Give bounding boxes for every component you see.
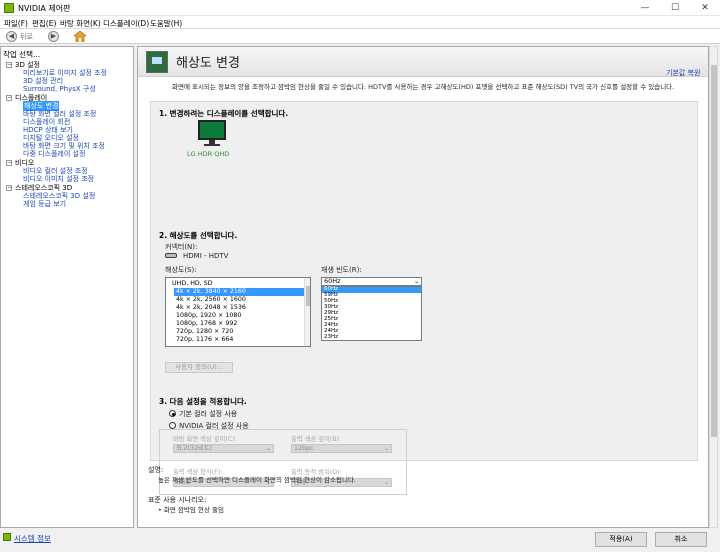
- chevron-down-icon: ⌄: [265, 445, 271, 452]
- section-apply-settings: 3. 다음 설정을 적용합니다.: [159, 397, 247, 406]
- hdmi-connector-icon: [165, 253, 177, 258]
- close-button[interactable]: ✕: [690, 0, 720, 16]
- content-pane: 해상도 변경 기본값 복원 화면에 표시되는 정보의 양을 조정하고 깜박임 현…: [137, 46, 709, 528]
- menu-display[interactable]: 디스플레이(D): [103, 18, 149, 29]
- chevron-down-icon: ⌄: [383, 445, 389, 452]
- monitor-icon[interactable]: [198, 120, 226, 146]
- collapse-icon[interactable]: −: [6, 160, 12, 166]
- refresh-rate-value: 60Hz: [324, 277, 341, 285]
- menu-help[interactable]: 도움말(H): [150, 18, 182, 29]
- restore-defaults-link[interactable]: 기본값 복원: [666, 68, 700, 78]
- page-description: 화면에 표시되는 정보의 양을 조정하고 깜박임 현상을 줄일 수 있습니다. …: [172, 83, 675, 91]
- radio-nvidia-color[interactable]: [169, 422, 176, 429]
- resolution-scrollbar[interactable]: [304, 278, 310, 346]
- back-arrow-icon[interactable]: ◀: [6, 31, 17, 42]
- window-title: NVIDIA 제어판: [18, 4, 71, 13]
- menu-edit[interactable]: 편집(E): [32, 18, 56, 29]
- customize-button[interactable]: 사용자 정의(U)...: [165, 362, 233, 373]
- refresh-rate-dropdown-list[interactable]: 60Hz 59Hz 50Hz 30Hz 29Hz 25Hz 24Hz 24Hz …: [321, 286, 422, 341]
- desktop-color-depth-label: 바탕 화면 색상 깊이(C):: [173, 436, 237, 443]
- resolution-label: 해상도(S):: [165, 266, 197, 274]
- resolution-category: UHD, HD, SD: [172, 280, 213, 287]
- forward-arrow-icon[interactable]: ▶: [48, 31, 59, 42]
- connector-label: 커넥터(N):: [165, 243, 198, 251]
- collapse-icon[interactable]: −: [6, 95, 12, 101]
- title-bar: NVIDIA 제어판 — ☐ ✕: [0, 0, 720, 16]
- nvidia-app-icon: [4, 3, 14, 13]
- typical-usage-text: • 화면 깜박임 현상 줄임: [158, 506, 224, 514]
- desktop-color-depth-value: 최고(32비트): [176, 445, 213, 452]
- page-title: 해상도 변경: [176, 56, 240, 71]
- section-select-display: 1. 변경하려는 디스플레이를 선택합니다.: [159, 109, 289, 118]
- minimize-button[interactable]: —: [630, 0, 660, 16]
- resolution-option[interactable]: 720p, 1280 × 720: [174, 328, 308, 336]
- content-scrollbar[interactable]: [709, 46, 718, 528]
- chevron-down-icon: ⌄: [383, 479, 389, 486]
- cancel-button[interactable]: 취소: [655, 532, 707, 547]
- desktop-color-depth-select[interactable]: 최고(32비트) ⌄: [173, 444, 274, 453]
- chevron-down-icon: ⌄: [413, 278, 419, 285]
- output-color-depth-label: 출력 색상 깊이(B):: [291, 436, 342, 443]
- radio-default-color[interactable]: [169, 410, 176, 417]
- bottom-bar: 적용(A) 취소: [137, 528, 720, 552]
- tree-item-game-ratings[interactable]: 게임 등급 보기: [23, 199, 66, 209]
- system-info-link[interactable]: 시스템 정보: [14, 533, 51, 544]
- menu-file[interactable]: 파일(F): [4, 18, 28, 29]
- home-icon[interactable]: [74, 31, 86, 42]
- task-tree-pane: 작업 선택... − 3D 설정 미리보기로 이미지 설정 조정 3D 설정 관…: [0, 46, 134, 528]
- apply-button[interactable]: 적용(A): [595, 532, 647, 547]
- collapse-icon[interactable]: −: [6, 185, 12, 191]
- collapse-icon[interactable]: −: [6, 62, 12, 68]
- resolution-option[interactable]: 4k × 2k, 2560 × 1600: [174, 296, 308, 304]
- page-header: 해상도 변경 기본값 복원: [138, 47, 708, 78]
- resolution-option[interactable]: 1080p, 1768 × 992: [174, 320, 308, 328]
- display-name-label[interactable]: LG HDR QHD: [187, 150, 229, 158]
- system-info-icon[interactable]: [3, 533, 11, 541]
- radio-default-color-label[interactable]: 기본 컬러 설정 사용: [179, 409, 237, 419]
- resolution-listbox[interactable]: UHD, HD, SD 4k × 2k, 3840 × 2160 4k × 2k…: [165, 277, 311, 347]
- display-resolution-icon: [146, 51, 168, 73]
- refresh-rate-select[interactable]: 60Hz ⌄: [321, 277, 422, 286]
- refresh-rate-label: 재생 빈도(R):: [321, 266, 362, 274]
- menu-desktop[interactable]: 바탕 화면(K): [60, 18, 101, 29]
- explanation-text: 높은 재생 빈도를 선택하면 디스플레이 화면의 깜박임 현상이 감소됩니다.: [158, 476, 356, 484]
- maximize-button[interactable]: ☐: [660, 0, 690, 16]
- resolution-option[interactable]: 4k × 2k, 2048 × 1536: [174, 304, 308, 312]
- resolution-option[interactable]: 1080p, 1920 × 1080: [174, 312, 308, 320]
- menu-bar: 파일(F) 편집(E) 바탕 화면(K) 디스플레이(D) 도움말(H): [0, 16, 720, 29]
- back-label[interactable]: 뒤로: [20, 32, 33, 42]
- toolbar: ◀ 뒤로 ▶: [0, 29, 720, 44]
- output-color-depth-value: 12bpc: [294, 445, 314, 452]
- resolution-option[interactable]: 720p, 1176 × 664: [174, 336, 308, 344]
- task-select-header: 작업 선택...: [3, 50, 41, 59]
- resolution-option[interactable]: 4k × 2k, 3840 × 2160: [174, 288, 308, 296]
- connector-value: HDMI - HDTV: [183, 252, 229, 260]
- output-color-depth-select[interactable]: 12bpc ⌄: [291, 444, 392, 453]
- settings-panel: 1. 변경하려는 디스플레이를 선택합니다. LG HDR QHD 2. 해상도…: [150, 101, 698, 495]
- section-select-resolution: 2. 해상도를 선택합니다.: [159, 231, 238, 240]
- refresh-option[interactable]: 23Hz: [322, 334, 421, 341]
